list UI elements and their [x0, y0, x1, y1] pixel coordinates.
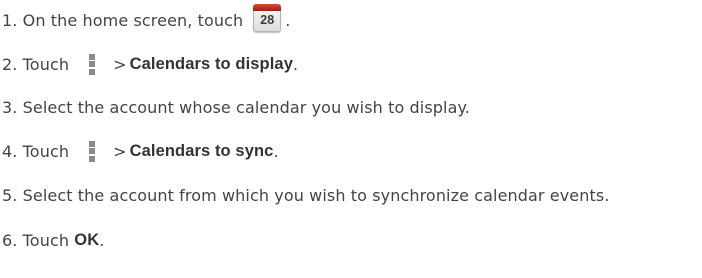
menu-icon[interactable] [89, 53, 96, 75]
step-text: Touch [22, 230, 70, 250]
calendar-date-number: 28 [260, 13, 275, 27]
step-5: 5. Select the account from which you wis… [2, 182, 609, 208]
instruction-list: 1. On the home screen, touch 28 . 2. Tou… [0, 0, 702, 278]
step-number: 2. [2, 54, 18, 74]
calendar-app-icon[interactable]: 28 [253, 4, 282, 32]
step-text-end: . [285, 10, 291, 30]
menu-path-separator: > [113, 141, 127, 161]
step-number: 3. [2, 97, 18, 117]
step-text-end: . [99, 230, 105, 250]
step-text: Touch [22, 54, 70, 74]
step-text: Select the account whose calendar you wi… [22, 97, 470, 117]
step-3: 3. Select the account whose calendar you… [2, 94, 470, 120]
calendar-header-strip [253, 4, 282, 11]
step-number: 6. [2, 230, 18, 250]
menu-option-label: Calendars to display [129, 54, 293, 73]
step-number: 4. [2, 141, 18, 161]
step-text: Touch [22, 141, 70, 161]
step-1: 1. On the home screen, touch 28 . [2, 4, 291, 33]
menu-option-label: Calendars to sync [129, 141, 274, 160]
step-4: 4. Touch > Calendars to sync. [2, 138, 279, 164]
step-number: 1. [2, 10, 18, 30]
step-6: 6. Touch OK. [2, 227, 104, 253]
step-text-end: . [292, 54, 299, 74]
step-text: On the home screen, touch [22, 10, 244, 30]
step-text-end: . [273, 141, 279, 161]
menu-path-separator: > [113, 54, 127, 74]
step-text: Select the account from which you wish t… [22, 185, 610, 205]
menu-icon[interactable] [89, 140, 96, 162]
step-number: 5. [2, 185, 18, 205]
step-2: 2. Touch > Calendars to display. [2, 51, 298, 77]
ok-label: OK [74, 230, 100, 249]
